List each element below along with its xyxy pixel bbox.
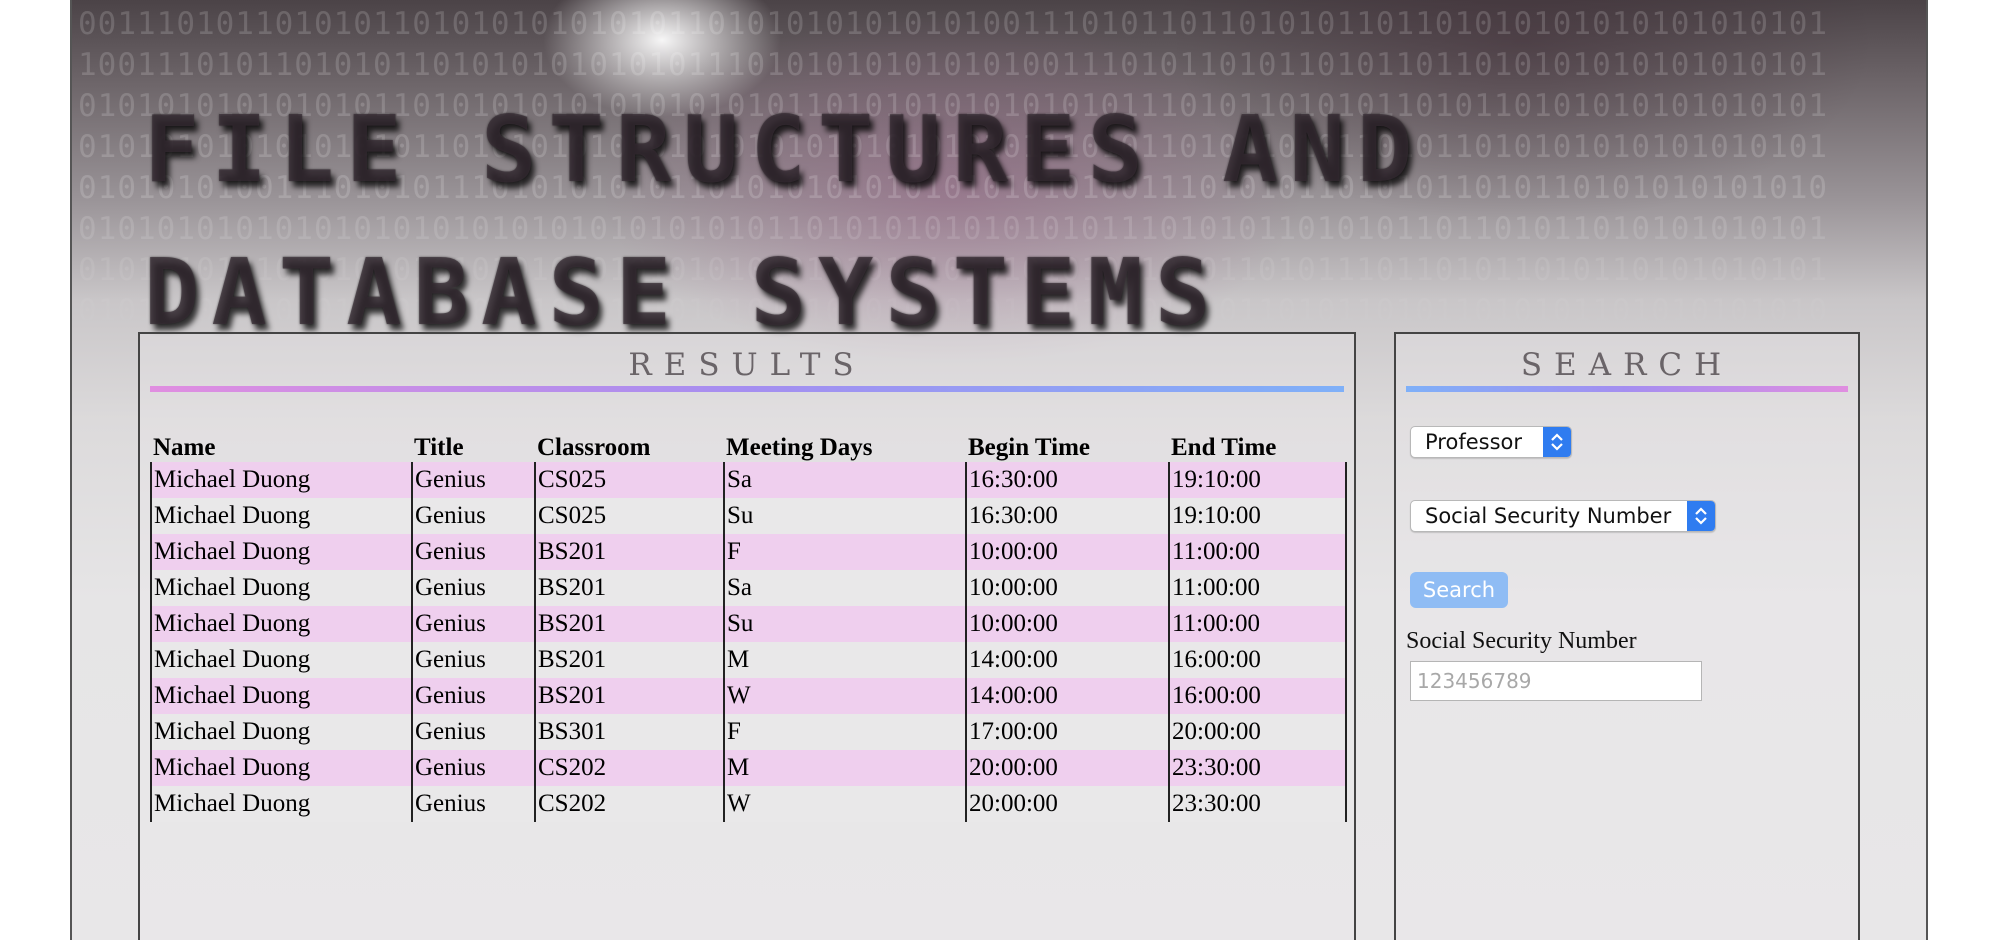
table-row: Michael Duong Genius CS202 M 20:00:00 23:30:0… <box>150 750 1347 786</box>
column-header: Classroom <box>537 434 651 461</box>
table-cell: F <box>723 714 966 750</box>
table-row: Michael Duong Genius BS201 Su 10:00:00 11:00:… <box>150 606 1347 642</box>
table-cell: Michael Duong <box>150 750 412 786</box>
column-header: Begin Time <box>968 434 1091 461</box>
column-header: End Time <box>1171 434 1277 461</box>
table-cell: 16:00:00 <box>1168 642 1347 678</box>
table-cell: BS201 <box>534 678 724 714</box>
table-cell: BS201 <box>534 642 724 678</box>
results-table: Name Title Classroom Meeting Days Begin Time… <box>150 426 1347 822</box>
table-cell: 20:00:00 <box>965 786 1169 822</box>
table-row: Michael Duong Genius BS201 Sa 10:00:00 11:00:… <box>150 570 1347 606</box>
table-cell: Michael Duong <box>150 462 412 498</box>
table-header-row: Name Title Classroom Meeting Days Begin Time… <box>151 426 1346 462</box>
page-frame: 0011101011010101101010101010101101010101… <box>70 0 1928 940</box>
table-cell: Genius <box>411 750 535 786</box>
table-cell: M <box>723 750 966 786</box>
table-cell: Michael Duong <box>150 678 412 714</box>
table-cell: 16:30:00 <box>965 462 1169 498</box>
table-cell: Genius <box>411 498 535 534</box>
table-cell: Sa <box>723 570 966 606</box>
results-divider <box>150 386 1344 392</box>
table-row: Michael Duong Genius BS201 W 14:00:00 16:00:0… <box>150 678 1347 714</box>
table-row: Michael Duong Genius BS301 F 17:00:00 20:00:0… <box>150 714 1347 750</box>
table-cell: CS025 <box>534 462 724 498</box>
table-cell: CS202 <box>534 786 724 822</box>
table-cell: 19:10:00 <box>1168 498 1347 534</box>
search-field-select[interactable]: Social Security Number <box>1410 500 1716 532</box>
binary-row: 0011101011010101101010101010101101010101… <box>78 6 1829 42</box>
table-cell: Su <box>723 498 966 534</box>
table-cell: Michael Duong <box>150 534 412 570</box>
ssn-field-label: Social Security Number <box>1406 628 1637 654</box>
table-cell: 11:00:00 <box>1168 606 1347 642</box>
results-panel: RESULTS Name Title Classroom Meeting Days Be… <box>138 332 1356 940</box>
search-divider <box>1406 386 1848 392</box>
table-row: Michael Duong Genius BS201 M 14:00:00 16:00:0… <box>150 642 1347 678</box>
table-cell: CS202 <box>534 750 724 786</box>
table-cell: BS201 <box>534 570 724 606</box>
search-type-value: Professor <box>1425 430 1522 454</box>
select-arrow-icon <box>1687 501 1715 531</box>
table-cell: W <box>723 786 966 822</box>
table-cell: Genius <box>411 570 535 606</box>
table-cell: Michael Duong <box>150 786 412 822</box>
table-cell: Michael Duong <box>150 606 412 642</box>
table-cell: Michael Duong <box>150 714 412 750</box>
column-header: Name <box>153 434 216 461</box>
table-row: Michael Duong Genius CS025 Sa 16:30:00 19:10:… <box>150 462 1347 498</box>
results-heading: RESULTS <box>628 347 866 383</box>
table-cell: 11:00:00 <box>1168 570 1347 606</box>
table-cell: Genius <box>411 642 535 678</box>
table-row: Michael Duong Genius BS201 F 10:00:00 11:00:0… <box>150 534 1347 570</box>
table-cell: Genius <box>411 714 535 750</box>
table-cell: Michael Duong <box>150 570 412 606</box>
table-cell: 10:00:00 <box>965 606 1169 642</box>
table-cell: Genius <box>411 462 535 498</box>
table-cell: BS201 <box>534 606 724 642</box>
search-panel: SEARCH Professor Social Security Number … <box>1394 332 1860 940</box>
table-cell: BS201 <box>534 534 724 570</box>
table-cell: 10:00:00 <box>965 570 1169 606</box>
search-field-value: Social Security Number <box>1425 504 1672 528</box>
table-cell: 14:00:00 <box>965 678 1169 714</box>
table-cell: 17:00:00 <box>965 714 1169 750</box>
table-cell: Su <box>723 606 966 642</box>
table-cell: 10:00:00 <box>965 534 1169 570</box>
table-cell: 14:00:00 <box>965 642 1169 678</box>
search-button[interactable]: Search <box>1410 572 1508 608</box>
table-cell: Sa <box>723 462 966 498</box>
ssn-input[interactable] <box>1410 661 1702 701</box>
table-cell: 16:30:00 <box>965 498 1169 534</box>
table-cell: CS025 <box>534 498 724 534</box>
table-cell: Genius <box>411 678 535 714</box>
table-cell: 23:30:00 <box>1168 750 1347 786</box>
site-title-line-1: FILE STRUCTURES AND <box>144 96 1425 203</box>
table-cell: Genius <box>411 786 535 822</box>
table-row: Michael Duong Genius CS202 W 20:00:00 23:30:0… <box>150 786 1347 822</box>
table-cell: 20:00:00 <box>965 750 1169 786</box>
select-arrow-icon <box>1543 427 1571 457</box>
table-cell: BS301 <box>534 714 724 750</box>
table-cell: Michael Duong <box>150 498 412 534</box>
table-cell: W <box>723 678 966 714</box>
table-cell: F <box>723 534 966 570</box>
column-header: Meeting Days <box>726 434 873 461</box>
table-cell: 23:30:00 <box>1168 786 1347 822</box>
table-cell: M <box>723 642 966 678</box>
table-cell: Genius <box>411 534 535 570</box>
table-body: Michael Duong Genius CS025 Sa 16:30:00 19:10:… <box>150 462 1347 822</box>
table-cell: Michael Duong <box>150 642 412 678</box>
column-header: Title <box>414 434 464 461</box>
table-row: Michael Duong Genius CS025 Su 16:30:00 19:10:… <box>150 498 1347 534</box>
search-heading: SEARCH <box>1520 347 1734 383</box>
site-title: FILE STRUCTURES AND DATABASE SYSTEMS <box>144 78 1424 364</box>
table-cell: 11:00:00 <box>1168 534 1347 570</box>
table-cell: 20:00:00 <box>1168 714 1347 750</box>
table-cell: 16:00:00 <box>1168 678 1347 714</box>
search-type-select[interactable]: Professor <box>1410 426 1572 458</box>
table-cell: Genius <box>411 606 535 642</box>
table-cell: 19:10:00 <box>1168 462 1347 498</box>
